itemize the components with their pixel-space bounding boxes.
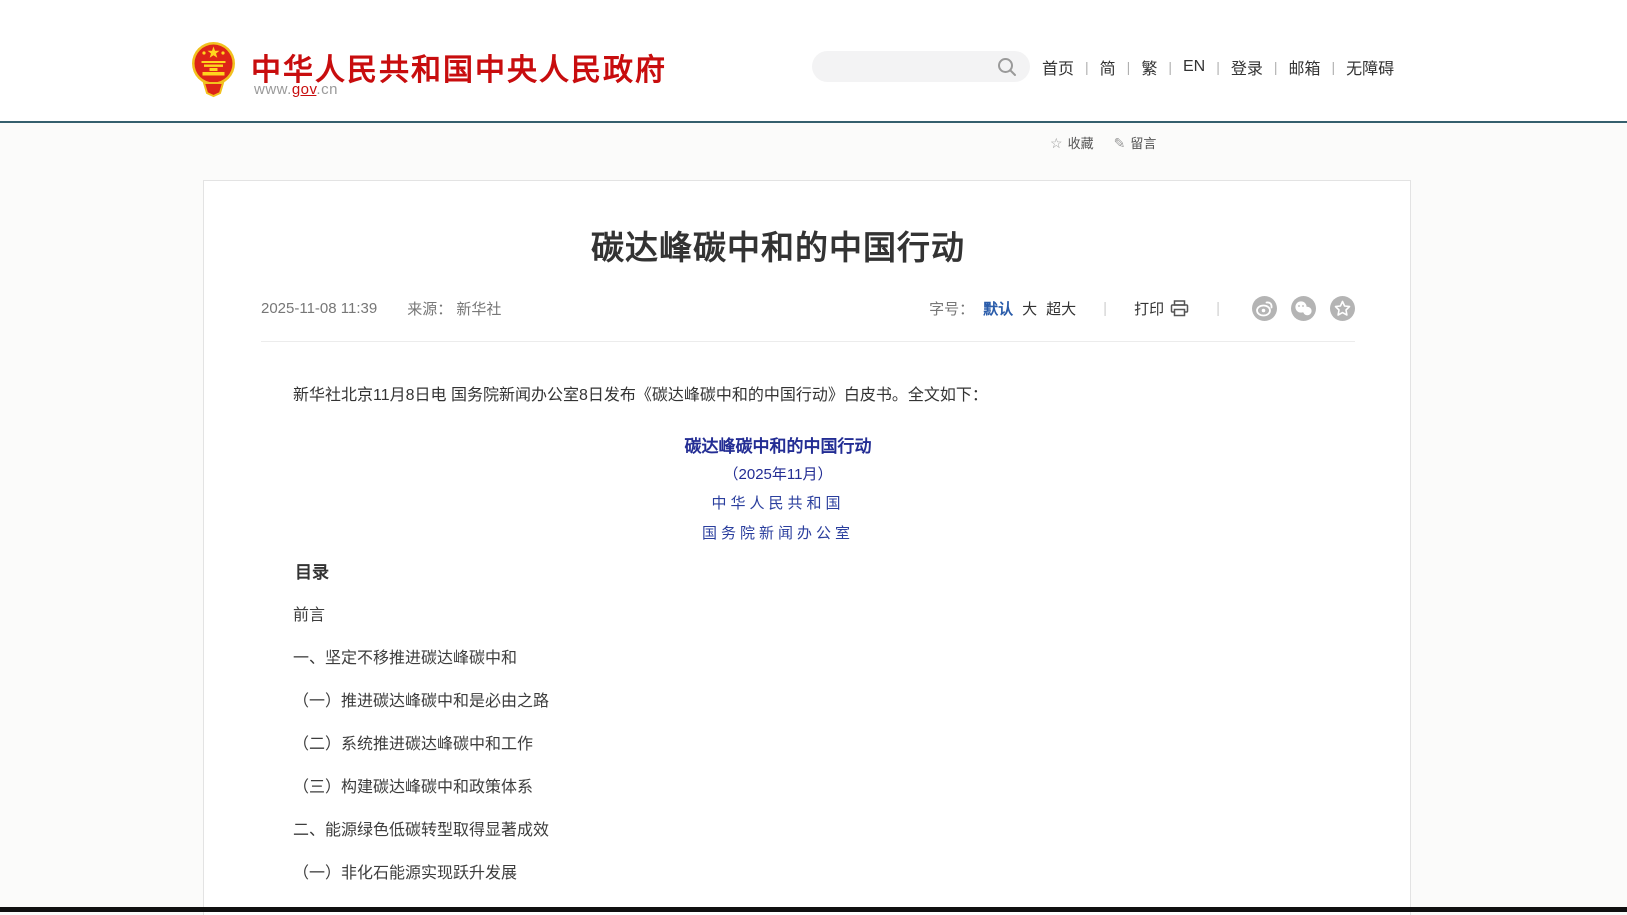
article-meta-right: 字号： 默认 大 超大 | 打印 | xyxy=(929,296,1355,321)
comment-button[interactable]: ✎ 留言 xyxy=(1114,133,1157,152)
nav-separator: | xyxy=(1332,59,1336,75)
toc-item: 前言 xyxy=(261,605,1353,626)
nav-item-english[interactable]: EN xyxy=(1183,58,1205,76)
font-size-label: 字号： xyxy=(929,298,974,319)
toc-items: 前言一、坚定不移推进碳达峰碳中和 （一）推进碳达峰碳中和是必由之路 （二）系统推进碳… xyxy=(261,605,1353,884)
article-source: 来源： 新华社 xyxy=(407,298,501,319)
lead-paragraph: 新华社北京11月8日电 国务院新闻办公室8日发布《碳达峰碳中和的中国行动》白皮书… xyxy=(261,383,1353,409)
nav-separator: | xyxy=(1085,59,1089,75)
document-org-line2: 国务院新闻办公室 xyxy=(261,522,1295,543)
nav-item-mailbox[interactable]: 邮箱 xyxy=(1289,55,1321,79)
nav-separator: | xyxy=(1274,59,1278,75)
nav-separator: | xyxy=(1127,59,1131,75)
bottom-edge-bar xyxy=(0,907,1627,912)
article-meta-row: 2025-11-08 11:39 来源： 新华社 字号： 默认 大 超大 | 打… xyxy=(261,293,1355,323)
nav-item-simplified-chinese[interactable]: 简 xyxy=(1100,55,1116,79)
nav-item-traditional-chinese[interactable]: 繁 xyxy=(1141,55,1157,79)
meta-separator: | xyxy=(1103,300,1107,317)
font-size-xlarge-button[interactable]: 超大 xyxy=(1046,298,1076,319)
table-of-contents: 目录 前言一、坚定不移推进碳达峰碳中和 （一）推进碳达峰碳中和是必由之路 （二）系统… xyxy=(261,558,1353,906)
toc-item: （一）非化石能源实现跃升发展 xyxy=(261,863,1353,884)
weibo-share-icon[interactable] xyxy=(1252,296,1277,321)
pencil-icon: ✎ xyxy=(1114,136,1126,150)
toc-item: （二）系统推进碳达峰碳中和工作 xyxy=(261,734,1353,755)
meta-separator: | xyxy=(1216,300,1220,317)
article-container: 碳达峰碳中和的中国行动 2025-11-08 11:39 来源： 新华社 字号：… xyxy=(203,180,1411,915)
site-header: 中华人民共和国中央人民政府 www.gov.cn 首页|简|繁|EN|登录|邮箱… xyxy=(0,0,1627,121)
search-icon[interactable] xyxy=(996,56,1018,78)
toc-item: 一、坚定不移推进碳达峰碳中和 xyxy=(261,648,1353,669)
more-share-icon[interactable] xyxy=(1330,296,1355,321)
nav-item-login[interactable]: 登录 xyxy=(1231,55,1263,79)
print-button[interactable]: 打印 xyxy=(1134,298,1189,319)
site-url-suffix: .cn xyxy=(316,81,338,98)
site-url-prefix: www. xyxy=(254,81,292,98)
toc-heading: 目录 xyxy=(261,558,1353,583)
printer-icon xyxy=(1170,300,1189,317)
font-size-default-button[interactable]: 默认 xyxy=(983,298,1013,319)
toc-item: （一）推进碳达峰碳中和是必由之路 xyxy=(261,691,1353,712)
favorite-label: 收藏 xyxy=(1068,133,1094,152)
document-date: （2025年11月） xyxy=(261,463,1295,484)
meta-divider-line xyxy=(261,341,1355,342)
national-emblem-logo xyxy=(191,41,236,98)
site-url-gov: gov xyxy=(292,81,317,98)
article-date: 2025-11-08 11:39 xyxy=(261,300,377,317)
article-title: 碳达峰碳中和的中国行动 xyxy=(261,221,1295,269)
nav-item-home[interactable]: 首页 xyxy=(1042,55,1074,79)
header-nav: 首页 | 简 | 繁 | EN | 登录 | 邮箱 | 无障碍 xyxy=(1042,55,1394,79)
document-org-line1: 中华人民共和国 xyxy=(261,492,1295,513)
site-url[interactable]: www.gov.cn xyxy=(254,81,338,98)
nav-separator: | xyxy=(1216,59,1220,75)
page: 中华人民共和国中央人民政府 www.gov.cn 首页|简|繁|EN|登录|邮箱… xyxy=(0,0,1627,915)
article-actions: ☆ 收藏 ✎ 留言 xyxy=(1050,133,1156,152)
star-outline-icon: ☆ xyxy=(1050,136,1063,150)
search-input[interactable] xyxy=(826,53,986,80)
nav-separator: | xyxy=(1168,59,1172,75)
document-title: 碳达峰碳中和的中国行动 xyxy=(261,432,1295,457)
favorite-button[interactable]: ☆ 收藏 xyxy=(1050,133,1094,152)
nav-item-accessibility[interactable]: 无障碍 xyxy=(1346,55,1394,79)
font-size-large-button[interactable]: 大 xyxy=(1022,298,1037,319)
toc-item: 二、能源绿色低碳转型取得显著成效 xyxy=(261,820,1353,841)
comment-label: 留言 xyxy=(1130,133,1156,152)
article-meta-left: 2025-11-08 11:39 来源： 新华社 xyxy=(261,298,501,319)
wechat-share-icon[interactable] xyxy=(1291,296,1316,321)
print-label: 打印 xyxy=(1134,298,1164,319)
toc-item: （三）构建碳达峰碳中和政策体系 xyxy=(261,777,1353,798)
